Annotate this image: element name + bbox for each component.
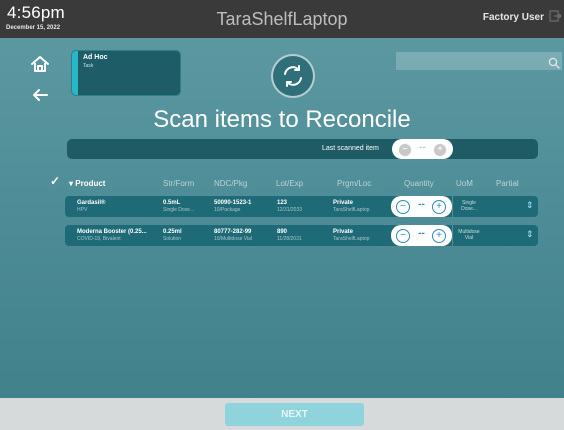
location-value: TaraShelfLaptop xyxy=(333,207,370,213)
lot-value: 890 xyxy=(277,229,288,235)
program-loc-cell: Private TaraShelfLaptop xyxy=(333,200,369,214)
user-name[interactable]: Factory User xyxy=(483,12,544,23)
column-header-strength-form: Str/Form xyxy=(163,179,195,188)
task-subtitle: Task xyxy=(83,63,94,69)
top-status-bar: 4:56pm December 15, 2022 TaraShelfLaptop… xyxy=(0,0,564,38)
program-value: Private xyxy=(333,200,354,206)
column-header-uom: UoM xyxy=(456,179,473,188)
task-title: Ad Hoc xyxy=(83,54,108,61)
partial-cell: ⇕ xyxy=(490,225,538,246)
ndc-value: 50090-1523-1 xyxy=(214,200,252,206)
logout-icon[interactable] xyxy=(548,8,562,28)
device-name: TaraShelfLaptop xyxy=(216,9,348,29)
ndc-pkg-cell: 80777-282-99 10/Multidose Vial xyxy=(214,229,252,243)
column-header-product-label: Product xyxy=(75,179,106,188)
quantity-stepper: − -- + xyxy=(391,196,452,217)
strength-value: 0.5mL xyxy=(163,200,181,206)
lot-value: 123 xyxy=(277,200,288,206)
package-value: 10/Package xyxy=(214,207,241,213)
product-name: Gardasil® xyxy=(77,200,106,206)
task-card[interactable]: Ad Hoc Task xyxy=(71,50,181,96)
home-icon[interactable] xyxy=(28,52,52,76)
last-scanned-bar: Last scanned item xyxy=(67,139,538,159)
quantity-stepper: − -- + xyxy=(391,225,452,246)
column-header-quantity: Quantity xyxy=(404,179,434,188)
minus-icon: − xyxy=(398,143,412,157)
product-cell: Moderna Booster (0.25... COVID-19, Bival… xyxy=(77,229,147,243)
decrement-button[interactable]: − xyxy=(396,229,410,243)
search-input[interactable] xyxy=(396,52,562,70)
lot-exp-cell: 123 12/31/2033 xyxy=(277,200,302,214)
exp-value: 11/28/2031 xyxy=(277,236,302,242)
product-subtitle: HPV xyxy=(77,207,88,213)
form-value: Single Dose... xyxy=(163,207,195,213)
sort-caret-icon: ▾ xyxy=(69,179,74,188)
task-accent-bar xyxy=(72,51,78,95)
uom-line2: Dose... xyxy=(461,206,477,212)
exp-value: 12/31/2033 xyxy=(277,207,303,213)
strength-form-cell: 0.25ml Solution xyxy=(163,229,182,243)
quantity-value: -- xyxy=(418,199,425,210)
plus-icon: + xyxy=(433,143,447,157)
refresh-button[interactable] xyxy=(271,54,315,98)
column-header-lot-exp: Lot/Exp xyxy=(276,179,304,188)
package-value: 10/Multidose Vial xyxy=(214,236,252,242)
uom-line2: Vial xyxy=(464,235,474,241)
column-header-program-loc: Prgm/Loc xyxy=(337,179,372,188)
next-button[interactable]: NEXT xyxy=(225,403,364,426)
partial-stepper-icon[interactable]: ⇕ xyxy=(526,229,534,240)
uom-cell: Single Dose... xyxy=(452,196,485,217)
increment-button[interactable]: + xyxy=(432,229,446,243)
search-icon[interactable] xyxy=(548,56,560,74)
quantity-value: -- xyxy=(418,228,425,239)
decrement-button[interactable]: − xyxy=(396,200,410,214)
increment-button[interactable]: + xyxy=(432,200,446,214)
product-cell: Gardasil® HPV xyxy=(77,200,105,214)
column-header-product[interactable]: ▾ Product xyxy=(69,179,105,188)
product-subtitle: COVID-19, Bivalent xyxy=(77,236,121,242)
column-header-ndc-pkg: NDC/Pkg xyxy=(214,179,248,188)
last-scanned-quantity-value: -- xyxy=(419,142,426,153)
lot-exp-cell: 890 11/28/2031 xyxy=(277,229,302,243)
last-scanned-quantity-stepper: − -- + xyxy=(392,139,453,159)
ndc-value: 80777-282-99 xyxy=(214,229,252,235)
strength-value: 0.25ml xyxy=(163,229,182,235)
last-scanned-label: Last scanned item xyxy=(322,145,379,152)
partial-stepper-icon[interactable]: ⇕ xyxy=(526,200,534,211)
select-all-check-icon[interactable]: ✓ xyxy=(50,174,60,188)
column-header-partial: Partial xyxy=(496,179,519,188)
partial-cell: ⇕ xyxy=(490,196,538,217)
strength-form-cell: 0.5mL Single Dose... xyxy=(163,200,194,214)
ndc-pkg-cell: 50090-1523-1 10/Package xyxy=(214,200,251,214)
page-title: Scan items to Reconcile xyxy=(153,106,411,133)
back-arrow-icon[interactable] xyxy=(28,83,52,107)
refresh-icon xyxy=(284,65,302,87)
product-name: Moderna Booster (0.25... xyxy=(77,229,147,235)
location-value: TaraShelfLaptop xyxy=(333,236,370,242)
uom-cell: Multidose Vial xyxy=(452,225,485,246)
program-loc-cell: Private TaraShelfLaptop xyxy=(333,229,369,243)
form-value: Solution xyxy=(163,236,182,242)
program-value: Private xyxy=(333,229,354,235)
